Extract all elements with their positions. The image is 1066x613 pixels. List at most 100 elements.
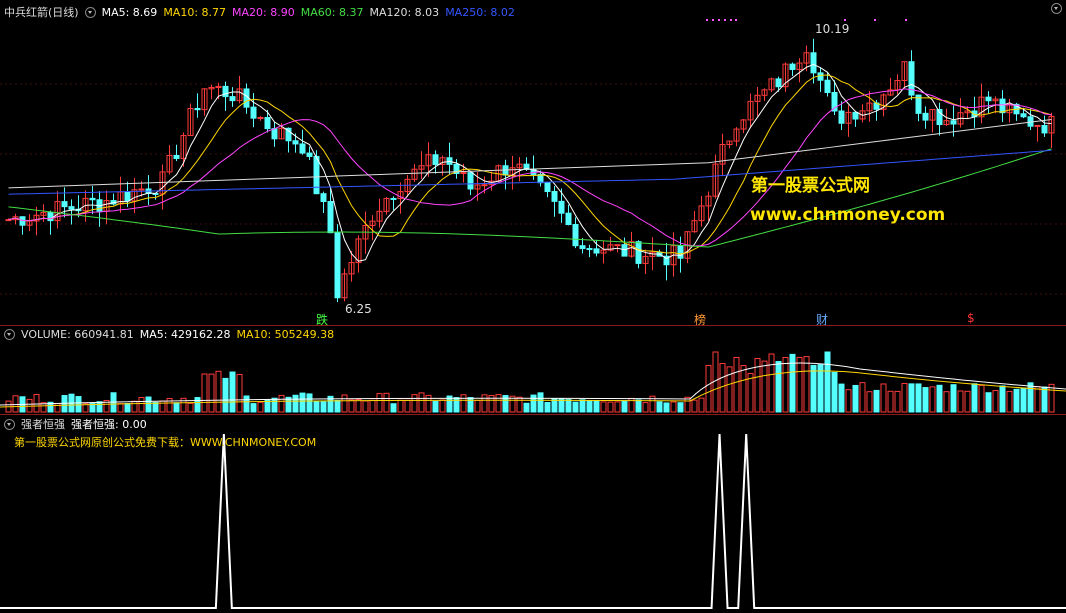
candle-body	[432, 154, 439, 165]
volume-bar	[859, 382, 866, 413]
stock-title: 中兵红箭(日线)	[4, 6, 79, 19]
candle-body	[327, 201, 334, 234]
volume-bar	[572, 401, 579, 413]
volume-bar	[131, 400, 138, 413]
volume-bar	[299, 392, 306, 413]
candle-body	[257, 117, 264, 120]
candle-body	[313, 155, 320, 195]
signal-dot-7	[874, 19, 876, 21]
volume-bar	[124, 402, 131, 413]
corner-dropdown-icon[interactable]	[1051, 3, 1062, 14]
volume-bar	[187, 402, 194, 413]
candle-body	[173, 154, 180, 159]
candle-body	[138, 188, 145, 191]
volume-bar	[306, 393, 313, 413]
volume-bar	[978, 384, 985, 413]
ma60-label: MA60: 8.37	[300, 5, 364, 19]
volume-bar	[1041, 386, 1048, 413]
volume-bar	[159, 400, 166, 413]
volume-bar	[516, 396, 523, 413]
volume-bar	[705, 364, 712, 413]
volume-bar	[600, 401, 607, 413]
volume-bar	[467, 397, 474, 413]
signal-dot-0	[706, 19, 708, 21]
volume-bar	[215, 370, 222, 413]
separator-1	[0, 325, 1066, 326]
volume-bar	[614, 401, 621, 413]
volume-header: VOLUME: 660941.81 MA5: 429162.28 MA10: 5…	[4, 328, 334, 341]
indicator-line	[0, 433, 1066, 609]
ma5-label: MA5: 8.69	[101, 5, 158, 19]
candle-body	[390, 197, 397, 200]
volume-bar	[96, 401, 103, 413]
volume-bar	[964, 390, 971, 413]
volume-bar	[152, 401, 159, 413]
volume-bar	[691, 399, 698, 413]
candle-body	[572, 224, 579, 247]
volume-bar	[768, 353, 775, 413]
candle-body	[614, 244, 621, 247]
signal-dot-6	[844, 19, 846, 21]
volume-bar	[677, 402, 684, 413]
candle-body	[229, 96, 236, 102]
candle-body	[194, 108, 201, 111]
volume-bar	[719, 363, 726, 413]
volume-bar	[943, 391, 950, 413]
volume-bar	[383, 392, 390, 413]
candle-body	[320, 193, 327, 203]
indicator-dropdown-icon[interactable]	[4, 418, 15, 430]
volume-bar	[999, 385, 1006, 413]
signal-dot-5	[735, 19, 737, 21]
price-chart	[0, 19, 1066, 303]
watermark-cn: 第一股票公式网	[751, 176, 870, 196]
volume-bar	[257, 401, 264, 413]
volume-bar	[362, 400, 369, 413]
volume-bar	[845, 389, 852, 413]
ma10-label: MA10: 8.77	[163, 5, 227, 19]
volume-bar	[523, 402, 530, 413]
volume-bar	[1006, 390, 1013, 413]
volume-bar	[740, 365, 747, 413]
volume-bar	[775, 360, 782, 413]
volume-bar	[586, 400, 593, 413]
candle-body	[817, 72, 824, 81]
ma5-line	[8, 63, 1052, 262]
volume-bar	[810, 364, 817, 413]
candle-body	[593, 248, 600, 254]
candle-body	[481, 184, 488, 187]
candle-body	[460, 172, 467, 175]
candle-body	[250, 106, 257, 119]
ma10-line	[8, 74, 1052, 255]
volume-bar	[565, 399, 572, 413]
volume-bar	[439, 399, 446, 413]
volume-bar	[250, 403, 257, 413]
volume-bar	[544, 401, 551, 413]
volume-dropdown-icon[interactable]	[4, 329, 15, 340]
volume-label: VOLUME: 660941.81	[21, 328, 134, 341]
volume-bar	[1034, 386, 1041, 413]
volume-bar	[138, 397, 145, 413]
volume-bar	[278, 394, 285, 413]
volume-bar	[404, 399, 411, 413]
separator-2	[0, 414, 1066, 415]
volume-bar	[432, 400, 439, 413]
candle-body	[334, 232, 341, 299]
volume-bar	[635, 399, 642, 413]
signal-dot-8	[905, 19, 907, 21]
volume-bar	[145, 396, 152, 413]
volume-bar	[376, 393, 383, 413]
volume-bar	[1013, 388, 1020, 413]
volume-bar	[915, 383, 922, 413]
volume-bar	[369, 399, 376, 413]
candle-body	[852, 111, 859, 120]
volume-bar	[495, 394, 502, 413]
volume-bar	[341, 394, 348, 413]
volume-bar	[950, 384, 957, 413]
candle-body	[558, 200, 565, 214]
ma120-label: MA120: 8.03	[369, 5, 440, 19]
dropdown-icon[interactable]	[84, 6, 96, 18]
candle-body	[789, 63, 796, 70]
volume-bar	[936, 384, 943, 413]
indicator-name: 强者恒强	[21, 418, 65, 431]
indicator-header: 强者恒强 强者恒强: 0.00	[4, 416, 147, 432]
